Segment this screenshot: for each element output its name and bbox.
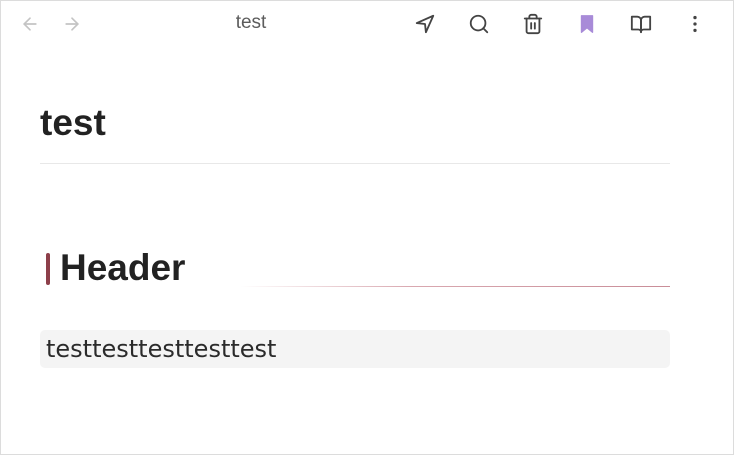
view-title[interactable]: test <box>201 12 301 34</box>
more-vertical-icon <box>693 15 697 33</box>
trash-icon <box>523 13 543 35</box>
heading-underline <box>240 286 670 287</box>
heading-header[interactable]: Header <box>60 245 185 291</box>
bookmark-icon <box>580 15 594 33</box>
send-icon <box>415 14 435 34</box>
more-options-button[interactable] <box>682 11 708 37</box>
arrow-left-icon <box>23 17 37 31</box>
book-open-icon <box>630 15 652 34</box>
arrow-right-icon <box>65 17 79 31</box>
search-button[interactable] <box>466 11 492 37</box>
back-button[interactable] <box>19 13 41 35</box>
view-header: test <box>1 1 733 45</box>
delete-button[interactable] <box>520 11 546 37</box>
search-icon <box>469 14 489 34</box>
code-text[interactable]: testtesttesttesttest <box>46 335 276 363</box>
code-block[interactable]: testtesttesttesttest <box>40 330 670 368</box>
inline-title[interactable]: test <box>40 101 106 145</box>
share-button[interactable] <box>412 11 438 37</box>
forward-button[interactable] <box>61 13 83 35</box>
title-divider <box>40 163 670 164</box>
heading-accent-bar <box>46 253 50 285</box>
note-window: test test Header testtesttesttesttest <box>0 0 734 455</box>
reading-view-button[interactable] <box>628 11 654 37</box>
bookmark-button[interactable] <box>574 11 600 37</box>
